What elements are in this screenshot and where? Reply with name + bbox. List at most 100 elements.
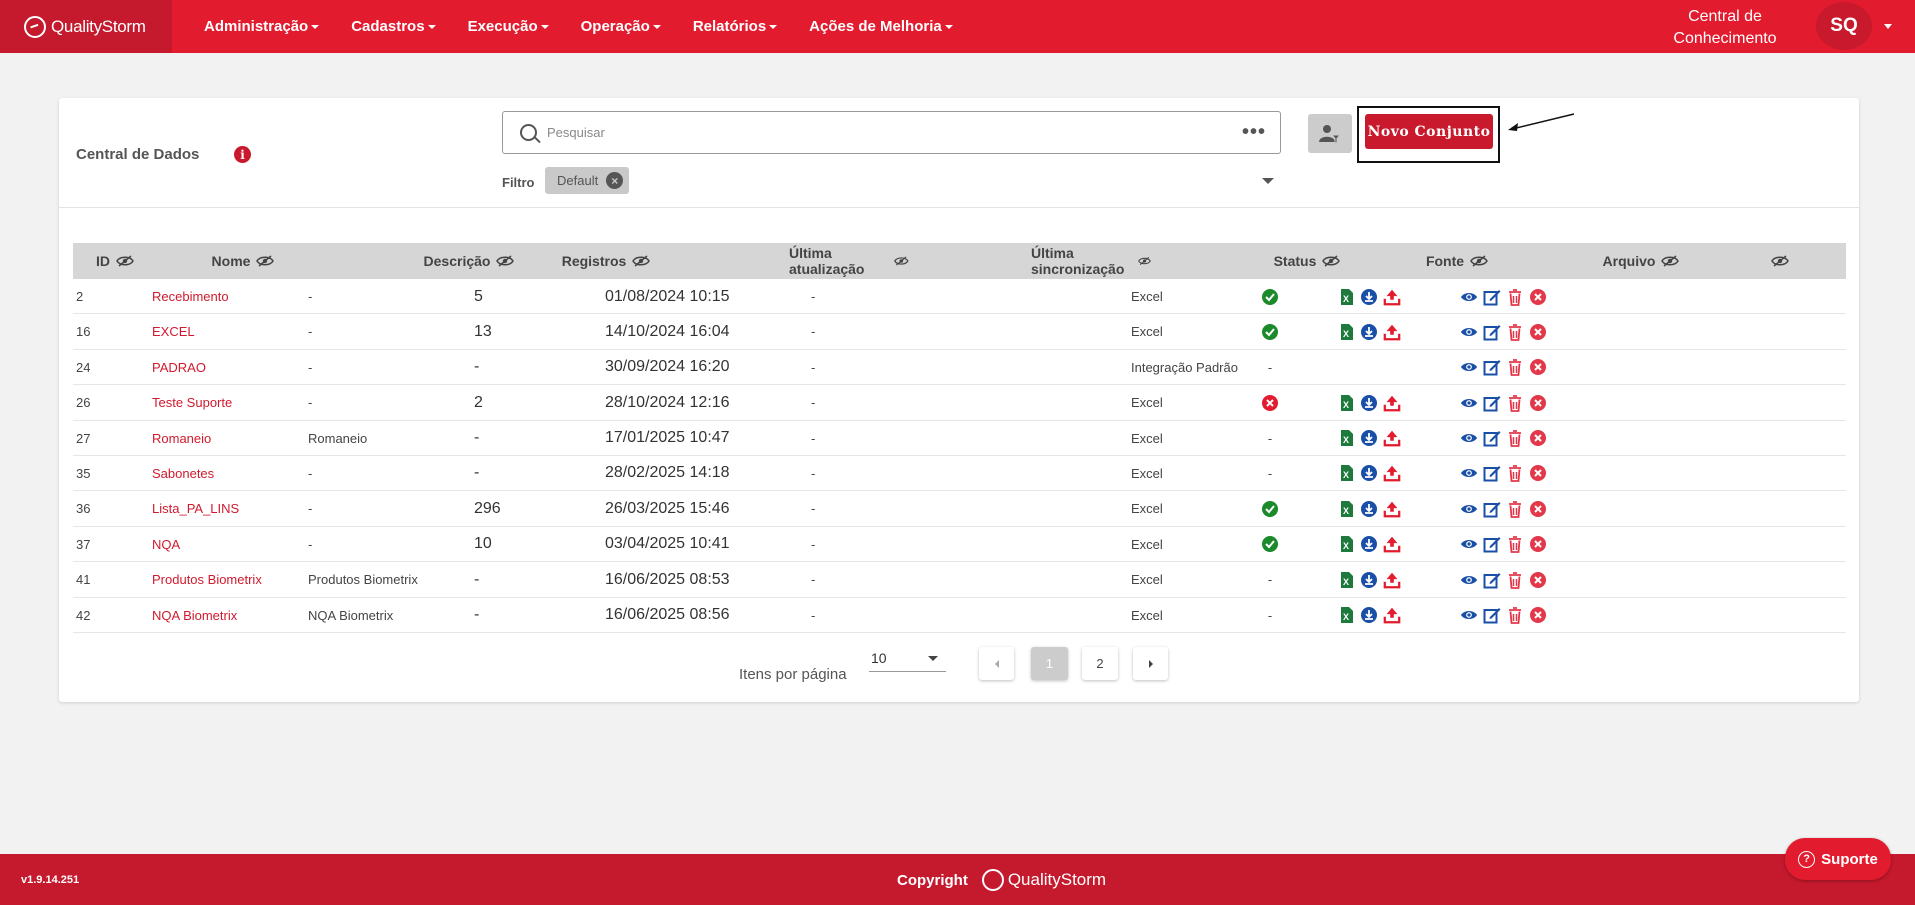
next-page-button[interactable] xyxy=(1133,647,1168,680)
brand-logo[interactable]: QualityStorm xyxy=(0,0,172,53)
edit-icon[interactable] xyxy=(1483,358,1501,376)
delete-icon[interactable] xyxy=(1506,535,1524,554)
hide-column-icon[interactable] xyxy=(1470,255,1488,267)
excel-file-icon[interactable]: X xyxy=(1337,571,1355,589)
upload-icon[interactable] xyxy=(1383,464,1401,482)
upload-icon[interactable] xyxy=(1383,323,1401,341)
knowledge-center-link[interactable]: Central de Conhecimento xyxy=(1650,6,1800,50)
remove-filter-icon[interactable]: × xyxy=(606,172,624,189)
excel-file-icon[interactable]: X xyxy=(1337,535,1355,553)
menu-item-2[interactable]: Execução xyxy=(452,18,565,35)
hide-column-icon[interactable] xyxy=(256,255,275,267)
cancel-icon[interactable] xyxy=(1529,606,1547,624)
delete-icon[interactable] xyxy=(1506,429,1524,447)
column-header-7[interactable]: Fonte xyxy=(1397,243,1517,279)
actions-column-header[interactable] xyxy=(1757,243,1797,279)
excel-file-icon[interactable]: X xyxy=(1337,464,1355,482)
download-icon[interactable] xyxy=(1360,323,1378,341)
excel-file-icon[interactable]: X xyxy=(1337,394,1355,412)
column-header-0[interactable]: ID xyxy=(96,243,134,279)
upload-icon[interactable] xyxy=(1383,571,1401,589)
view-icon[interactable] xyxy=(1460,358,1478,376)
download-icon[interactable] xyxy=(1360,288,1378,306)
more-options-icon[interactable]: ••• xyxy=(1242,121,1266,144)
prev-page-button[interactable] xyxy=(979,647,1014,680)
menu-item-3[interactable]: Operação xyxy=(565,18,677,35)
cancel-icon[interactable] xyxy=(1529,500,1547,518)
page-button-1[interactable]: 1 xyxy=(1031,647,1068,680)
cell-name-link[interactable]: Produtos Biometrix xyxy=(152,562,262,597)
new-set-button[interactable]: Novo Conjunto xyxy=(1365,114,1493,149)
delete-icon[interactable] xyxy=(1506,358,1524,377)
column-header-8[interactable]: Arquivo xyxy=(1581,243,1701,279)
view-icon[interactable] xyxy=(1460,429,1478,447)
view-icon[interactable] xyxy=(1460,606,1478,624)
cancel-icon[interactable] xyxy=(1529,571,1547,589)
info-icon[interactable]: i xyxy=(234,146,251,163)
download-icon[interactable] xyxy=(1360,535,1378,553)
upload-icon[interactable] xyxy=(1383,429,1401,447)
cell-name-link[interactable]: Recebimento xyxy=(152,279,229,314)
cell-name-link[interactable]: NQA xyxy=(152,527,180,562)
items-per-page-select[interactable]: 10 xyxy=(869,645,946,672)
download-icon[interactable] xyxy=(1360,464,1378,482)
hide-column-icon[interactable] xyxy=(1138,255,1151,267)
delete-icon[interactable] xyxy=(1506,288,1524,306)
cell-name-link[interactable]: Sabonetes xyxy=(152,456,214,491)
cell-name-link[interactable]: Lista_PA_LINS xyxy=(152,491,239,526)
delete-icon[interactable] xyxy=(1506,606,1524,624)
delete-icon[interactable] xyxy=(1506,323,1524,341)
edit-icon[interactable] xyxy=(1483,323,1501,341)
excel-file-icon[interactable]: X xyxy=(1337,500,1355,518)
upload-icon[interactable] xyxy=(1383,606,1401,624)
view-icon[interactable] xyxy=(1460,288,1478,306)
column-header-4[interactable]: Última atualização xyxy=(789,243,909,279)
cancel-icon[interactable] xyxy=(1529,358,1547,376)
cancel-icon[interactable] xyxy=(1529,429,1547,447)
menu-item-0[interactable]: Administração xyxy=(188,18,335,35)
hide-column-icon[interactable] xyxy=(1661,255,1680,267)
download-icon[interactable] xyxy=(1360,394,1378,412)
cancel-icon[interactable] xyxy=(1529,323,1547,341)
hide-column-icon[interactable] xyxy=(116,255,134,267)
view-icon[interactable] xyxy=(1460,323,1478,341)
menu-item-1[interactable]: Cadastros xyxy=(335,18,451,35)
filter-dropdown-icon[interactable] xyxy=(1262,178,1274,184)
column-header-3[interactable]: Registros xyxy=(546,243,666,279)
column-header-1[interactable]: Nome xyxy=(183,243,303,279)
view-icon[interactable] xyxy=(1460,464,1478,482)
edit-icon[interactable] xyxy=(1483,606,1501,624)
upload-icon[interactable] xyxy=(1383,394,1401,412)
upload-icon[interactable] xyxy=(1383,288,1401,306)
delete-icon[interactable] xyxy=(1506,464,1524,483)
hide-column-icon[interactable] xyxy=(632,255,651,267)
support-button[interactable]: ? Suporte xyxy=(1785,838,1891,880)
edit-icon[interactable] xyxy=(1483,394,1501,412)
download-icon[interactable] xyxy=(1360,571,1378,589)
edit-icon[interactable] xyxy=(1483,288,1501,306)
view-icon[interactable] xyxy=(1460,571,1478,589)
cell-name-link[interactable]: NQA Biometrix xyxy=(152,598,237,633)
view-icon[interactable] xyxy=(1460,535,1478,553)
view-icon[interactable] xyxy=(1460,394,1478,412)
hide-column-icon[interactable] xyxy=(1771,255,1789,267)
column-header-6[interactable]: Status xyxy=(1247,243,1367,279)
edit-icon[interactable] xyxy=(1483,500,1501,518)
excel-file-icon[interactable]: X xyxy=(1337,429,1355,447)
cancel-icon[interactable] xyxy=(1529,464,1547,482)
upload-icon[interactable] xyxy=(1383,500,1401,518)
edit-icon[interactable] xyxy=(1483,571,1501,589)
delete-icon[interactable] xyxy=(1506,500,1524,518)
upload-icon[interactable] xyxy=(1383,535,1401,553)
hide-column-icon[interactable] xyxy=(894,255,909,267)
cell-name-link[interactable]: Teste Suporte xyxy=(152,385,232,420)
download-icon[interactable] xyxy=(1360,429,1378,447)
user-menu-caret-icon[interactable] xyxy=(1884,24,1892,29)
hide-column-icon[interactable] xyxy=(1322,255,1341,267)
column-header-5[interactable]: Última sincronização xyxy=(1031,243,1151,279)
search-input[interactable] xyxy=(547,125,1227,140)
view-icon[interactable] xyxy=(1460,500,1478,518)
cell-name-link[interactable]: Romaneio xyxy=(152,421,211,456)
edit-icon[interactable] xyxy=(1483,429,1501,447)
edit-icon[interactable] xyxy=(1483,535,1501,553)
